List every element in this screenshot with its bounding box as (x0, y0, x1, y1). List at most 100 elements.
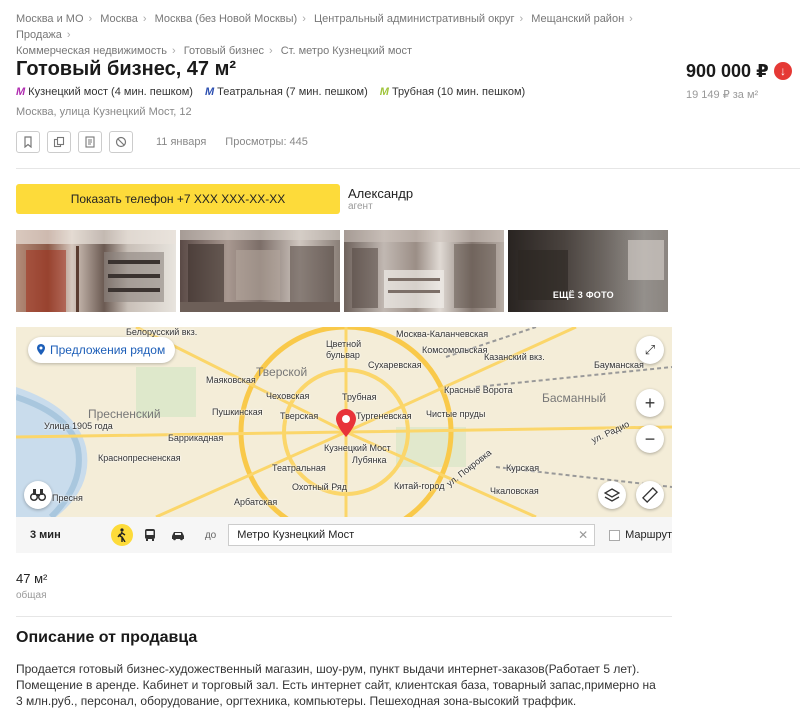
metro-station-label: Трубная (10 мин. пешком) (391, 86, 526, 98)
map-label: Тургеневская (356, 411, 412, 421)
breadcrumb-item[interactable]: Ст. метро Кузнецкий мост (281, 45, 412, 57)
metro-station[interactable]: M Трубная (10 мин. пешком) (380, 86, 525, 98)
map-label: Трубная (342, 392, 377, 402)
hide-button[interactable] (109, 131, 133, 153)
show-phone-button[interactable]: Показать телефон +7 XXX XXX-XX-XX (16, 184, 340, 214)
metro-icon: M (16, 86, 25, 98)
map-pin-icon (37, 344, 45, 355)
car-mode-button[interactable] (167, 524, 189, 546)
description-text: Продается готовый бизнес-художественный … (16, 662, 656, 708)
block-icon (115, 136, 127, 148)
map-label: Красные Ворота (444, 385, 513, 395)
photo-image (16, 230, 176, 312)
map-label: Бауманская (594, 360, 644, 370)
agent-name[interactable]: Александр (348, 186, 413, 201)
nearby-offers-button[interactable]: Предложения рядом (28, 337, 176, 363)
car-icon (171, 532, 184, 541)
map-label: Казанский вкз. (484, 352, 545, 362)
route-destination-value: Метро Кузнецкий Мост (237, 529, 355, 541)
panorama-button[interactable] (24, 481, 52, 509)
bookmark-icon (24, 136, 32, 148)
photo-image (344, 230, 504, 308)
map-label: Лубянка (352, 455, 387, 465)
layers-button[interactable] (598, 481, 626, 509)
photo-gallery: ЕЩЁ 3 ФОТО (16, 230, 668, 312)
price-down-icon[interactable]: ↓ (774, 62, 792, 80)
area-value: 47 м² (16, 571, 48, 586)
zoom-out-button[interactable]: − (636, 425, 664, 453)
breadcrumb: Москва и МО › Москва › Москва (без Новой М… (16, 13, 633, 57)
map-label: Кузнецкий Мост (324, 443, 391, 453)
map-label: Цветной бульвар (326, 339, 362, 360)
area-label: общая (16, 590, 47, 601)
map-label: Чкаловская (490, 486, 539, 496)
divider (16, 168, 800, 169)
binoculars-icon (30, 489, 46, 502)
map-label: Пушкинская (212, 407, 263, 417)
breadcrumb-item[interactable]: Продажа (16, 29, 62, 41)
breadcrumb-item[interactable]: Центральный административный округ (314, 13, 515, 25)
photo-thumbnail[interactable]: ЕЩЁ 3 ФОТО (508, 230, 668, 312)
listing-actions: 11 января Просмотры: 445 (16, 131, 308, 153)
map-district: Тверской (256, 365, 308, 379)
metro-icon: M (379, 86, 389, 98)
map-district: Басманный (542, 391, 607, 405)
map-label: Охотный Ряд (292, 482, 348, 492)
expand-icon: ⤢ (644, 342, 656, 357)
photo-thumbnail[interactable] (16, 230, 176, 312)
route-destination-input[interactable]: Метро Кузнецкий Мост ✕ (228, 524, 596, 546)
breadcrumb-item[interactable]: Москва (без Новой Москвы) (155, 13, 298, 25)
address: Москва, улица Кузнецкий Мост, 12 (16, 106, 192, 118)
route-to-label: до (204, 529, 217, 541)
metro-station-label: Кузнецкий мост (4 мин. пешком) (28, 86, 193, 98)
compare-button[interactable] (47, 131, 71, 153)
walk-icon (117, 528, 126, 542)
clear-icon[interactable]: ✕ (578, 525, 588, 545)
bus-icon (145, 529, 156, 541)
price-per-m2: 19 149 ₽ за м² (686, 89, 759, 101)
route-time: 3 мин (30, 529, 61, 541)
metro-list: M Кузнецкий мост (4 мин. пешком) M Театр… (16, 86, 525, 98)
photo-thumbnail[interactable] (180, 230, 340, 312)
breadcrumb-item[interactable]: Мещанский район (531, 13, 624, 25)
map-label: Китай-город (394, 481, 445, 491)
checkbox[interactable] (609, 529, 621, 541)
photo-thumbnail[interactable] (344, 230, 504, 312)
map-label: Краснопресненская (98, 453, 181, 463)
map-label: Комсомольская (422, 345, 488, 355)
breadcrumb-item[interactable]: Москва (100, 13, 138, 25)
map[interactable]: Белорусский вкз. Цветной бульвар Москва-… (16, 327, 672, 517)
route-bar: 3 мин до Метро Кузнецкий Мост ✕ Маршрут (16, 517, 672, 553)
breadcrumb-item[interactable]: Москва и МО (16, 13, 84, 25)
bookmark-button[interactable] (16, 131, 40, 153)
breadcrumb-item[interactable]: Готовый бизнес (184, 45, 264, 57)
map-label: Театральная (272, 463, 326, 473)
route-checkbox-label: Маршрут (625, 529, 673, 541)
transit-mode-button[interactable] (139, 524, 161, 546)
ruler-button[interactable] (636, 481, 664, 509)
metro-station[interactable]: M Кузнецкий мост (4 мин. пешком) (16, 86, 193, 98)
price: 900 000 ₽ (686, 61, 769, 81)
nearby-offers-label: Предложения рядом (50, 343, 166, 357)
walk-mode-button[interactable] (111, 524, 134, 546)
map-label: Арбатская (234, 497, 278, 507)
zoom-in-button[interactable]: + (636, 389, 664, 417)
map-label: Курская (506, 463, 540, 473)
map-district: Пресненский (88, 407, 161, 421)
agent-role: агент (348, 201, 373, 212)
expand-map-button[interactable]: ⤢ (636, 336, 664, 364)
route-checkbox[interactable]: Маршрут (609, 529, 672, 541)
map-label: Чистые пруды (426, 409, 486, 419)
note-button[interactable] (78, 131, 102, 153)
layers-icon (604, 488, 620, 502)
map-label: Улица 1905 года (44, 421, 113, 431)
map-label: Пресня (52, 493, 83, 503)
breadcrumb-item[interactable]: Коммерческая недвижимость (16, 45, 167, 57)
location-marker-icon[interactable] (336, 409, 356, 437)
map-label: Белорусский вкз. (126, 327, 198, 337)
publish-date: 11 января (156, 136, 207, 148)
map-label: Маяковская (206, 375, 256, 385)
metro-station[interactable]: M Театральная (7 мин. пешком) (205, 86, 368, 98)
page-title: Готовый бизнес, 47 м² (16, 58, 237, 80)
copy-icon (53, 136, 65, 148)
